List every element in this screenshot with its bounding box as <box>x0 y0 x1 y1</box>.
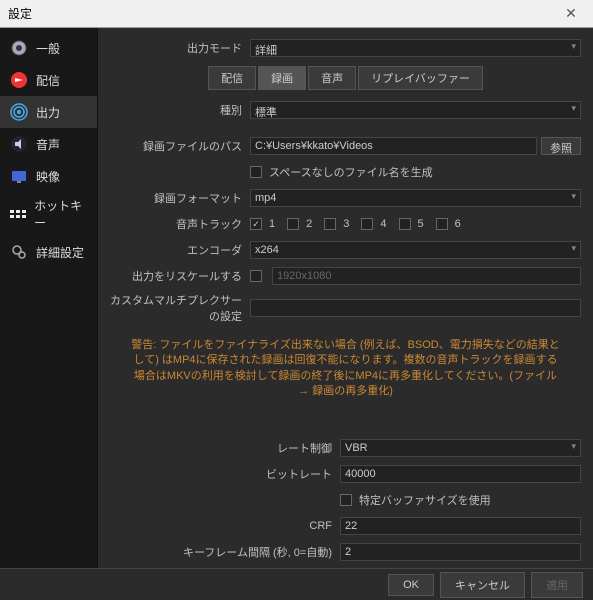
footer: OK キャンセル 適用 <box>0 568 593 600</box>
path-label: 録画ファイルのパス <box>110 138 250 154</box>
format-label: 録画フォーマット <box>110 190 250 206</box>
sidebar-item-output[interactable]: 出力 <box>0 96 97 128</box>
main-area: 一般 配信 出力 音声 映像 ホットキー 詳細設定 出力モード 詳 <box>0 28 593 568</box>
sidebar: 一般 配信 出力 音声 映像 ホットキー 詳細設定 <box>0 28 98 568</box>
no-space-label: スペースなしのファイル名を生成 <box>269 164 433 180</box>
tab-stream[interactable]: 配信 <box>208 66 256 90</box>
crf-label: CRF <box>110 520 340 532</box>
encoder-select[interactable]: x264 <box>250 241 581 259</box>
warning-text: 警告: ファイルをファイナライズ出来ない場合 (例えば、BSOD、電力損失などの… <box>110 330 581 408</box>
close-button[interactable]: ✕ <box>557 3 585 25</box>
output-tabs: 配信 録画 音声 リプレイバッファー <box>110 66 581 90</box>
custom-buffer-label: 特定バッファサイズを使用 <box>359 492 491 508</box>
sidebar-item-label: 配信 <box>36 72 60 89</box>
track-1-checkbox[interactable] <box>250 218 262 230</box>
video-icon <box>8 165 30 187</box>
sidebar-item-label: 出力 <box>36 104 60 121</box>
sidebar-item-hotkeys[interactable]: ホットキー <box>0 192 97 236</box>
sidebar-item-general[interactable]: 一般 <box>0 32 97 64</box>
sidebar-item-video[interactable]: 映像 <box>0 160 97 192</box>
stream-icon <box>8 69 30 91</box>
sidebar-item-label: 音声 <box>36 136 60 153</box>
rescale-input: 1920x1080 <box>272 267 581 285</box>
crf-input[interactable]: 22 <box>340 517 581 535</box>
sidebar-item-label: 一般 <box>36 40 60 57</box>
type-select[interactable]: 標準 <box>250 101 581 119</box>
custom-buffer-checkbox[interactable] <box>340 494 352 506</box>
sidebar-item-audio[interactable]: 音声 <box>0 128 97 160</box>
track-3-checkbox[interactable] <box>324 218 336 230</box>
tab-audio[interactable]: 音声 <box>308 66 356 90</box>
ok-button[interactable]: OK <box>388 574 434 596</box>
track-5-checkbox[interactable] <box>399 218 411 230</box>
output-mode-select[interactable]: 詳細 <box>250 39 581 57</box>
bitrate-label: ビットレート <box>110 466 340 482</box>
format-select[interactable]: mp4 <box>250 189 581 207</box>
sidebar-item-label: ホットキー <box>34 197 89 231</box>
audio-icon <box>8 133 30 155</box>
path-input[interactable]: C:¥Users¥kkato¥Videos <box>250 137 537 155</box>
sidebar-item-label: 詳細設定 <box>36 244 84 261</box>
tab-replay[interactable]: リプレイバッファー <box>358 66 483 90</box>
mux-label: カスタムマルチプレクサーの設定 <box>110 292 250 324</box>
advanced-icon <box>8 241 30 263</box>
track-6-checkbox[interactable] <box>436 218 448 230</box>
no-space-checkbox[interactable] <box>250 166 262 178</box>
sidebar-item-advanced[interactable]: 詳細設定 <box>0 236 97 268</box>
hotkey-icon <box>8 203 28 225</box>
apply-button[interactable]: 適用 <box>531 572 583 598</box>
mux-input[interactable] <box>250 299 581 317</box>
output-mode-label: 出力モード <box>110 40 250 56</box>
bitrate-input[interactable]: 40000 <box>340 465 581 483</box>
sidebar-item-label: 映像 <box>36 168 60 185</box>
rate-label: レート制御 <box>110 440 340 456</box>
gear-icon <box>8 37 30 59</box>
browse-button[interactable]: 参照 <box>541 137 581 155</box>
keyframe-input[interactable]: 2 <box>340 543 581 561</box>
cancel-button[interactable]: キャンセル <box>440 572 525 598</box>
window-title: 設定 <box>8 5 557 22</box>
titlebar: 設定 ✕ <box>0 0 593 28</box>
keyframe-label: キーフレーム間隔 (秒, 0=自動) <box>110 544 340 560</box>
content-panel: 出力モード 詳細 配信 録画 音声 リプレイバッファー 種別 標準 録画ファイル… <box>98 28 593 568</box>
track-2-checkbox[interactable] <box>287 218 299 230</box>
tracks-label: 音声トラック <box>110 216 250 232</box>
output-icon <box>8 101 30 123</box>
tab-record[interactable]: 録画 <box>258 66 306 90</box>
rescale-label: 出力をリスケールする <box>110 268 250 284</box>
sidebar-item-stream[interactable]: 配信 <box>0 64 97 96</box>
track-4-checkbox[interactable] <box>361 218 373 230</box>
type-label: 種別 <box>110 102 250 118</box>
rescale-checkbox[interactable] <box>250 270 262 282</box>
rate-select[interactable]: VBR <box>340 439 581 457</box>
encoder-label: エンコーダ <box>110 242 250 258</box>
